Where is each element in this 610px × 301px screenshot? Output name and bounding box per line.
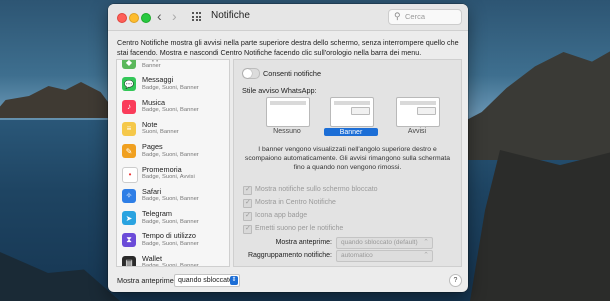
sidebar-item-musica[interactable]: ♪ Musica Badge, Suoni, Banner	[117, 96, 229, 118]
show-all-grid-icon[interactable]	[192, 12, 201, 21]
messages-icon: 💬	[122, 77, 136, 92]
help-button[interactable]: ?	[449, 274, 462, 287]
sidebar-item-subtitle: Badge, Suoni, Banner	[142, 240, 199, 247]
minimize-button[interactable]	[129, 13, 139, 23]
alert-style-label: Stile avviso WhatsApp:	[242, 86, 317, 95]
style-none-option[interactable]	[266, 97, 310, 127]
page-description: Centro Notifiche mostra gli avvisi nella…	[117, 38, 459, 57]
style-alert-option[interactable]	[396, 97, 440, 127]
detail-pane: Consenti notifiche Stile avviso WhatsApp…	[233, 59, 462, 267]
sidebar-item-subtitle: Banner	[142, 62, 161, 69]
sidebar-item-promemoria[interactable]: • Promemoria Badge, Suoni, Avvisi	[117, 163, 229, 185]
wallpaper-island-left	[0, 82, 120, 118]
reminders-icon: •	[122, 166, 138, 183]
alert-style-description: I banner vengono visualizzati nell'angol…	[244, 146, 451, 171]
checkbox-label: Mostra in Centro Notifiche	[255, 198, 336, 206]
checkbox-label: Icona app badge	[255, 211, 308, 219]
checkbox-icon	[243, 224, 252, 234]
sidebar-item-label: Pages	[142, 142, 163, 152]
search-icon: ⚲	[394, 11, 401, 21]
sidebar-item-label: Tempo di utilizzo	[142, 231, 196, 241]
show-previews-select[interactable]: quando sbloccato (default) ⌃	[336, 237, 433, 249]
sidebar-item-note[interactable]: ≡ Note Suoni, Banner	[117, 118, 229, 140]
sidebar-item-wallet[interactable]: ▤ Wallet Badge, Suoni, Banner	[117, 252, 229, 267]
sidebar-item-telegram[interactable]: ➤ Telegram Badge, Suoni, Banner	[117, 207, 229, 229]
style-banner-label: Banner	[324, 128, 378, 136]
checkbox-label: Mostra notifiche sullo schermo bloccato	[255, 185, 378, 193]
sidebar-item-subtitle: Badge, Suoni, Banner	[142, 151, 199, 158]
sidebar-item-label: Messaggi	[142, 75, 174, 85]
sidebar-item-subtitle: Suoni, Banner	[142, 129, 179, 136]
chevron-updown-icon: ⇕	[230, 276, 238, 285]
sidebar-item-subtitle: Badge, Suoni, Banner	[142, 263, 199, 267]
show-previews-value: quando sbloccato (default)	[341, 239, 418, 246]
style-banner-option[interactable]	[330, 97, 374, 127]
sidebar-item-mappe[interactable]: ◆MappeBanner	[117, 60, 229, 73]
zoom-button[interactable]	[141, 13, 151, 23]
music-icon: ♪	[122, 99, 136, 114]
sidebar-item-pages[interactable]: ✎ Pages Badge, Suoni, Banner	[117, 140, 229, 162]
safari-icon: ✧	[122, 188, 136, 203]
sidebar-item-label: Safari	[142, 186, 162, 196]
search-placeholder: Cerca	[405, 12, 426, 21]
maps-icon: ◆	[122, 60, 136, 69]
pages-icon: ✎	[122, 144, 136, 159]
allow-notifications-label: Consenti notifiche	[263, 69, 322, 78]
sidebar-item-subtitle: Badge, Suoni, Avvisi	[142, 174, 195, 180]
checkbox-icon	[243, 198, 252, 208]
sidebar-item-label: Promemoria	[142, 164, 182, 174]
allow-notifications-toggle[interactable]	[242, 68, 260, 79]
sidebar-item-label: Telegram	[142, 209, 173, 219]
style-none-label: Nessuno	[273, 128, 301, 135]
chevron-updown-icon: ⌃	[423, 252, 429, 259]
show-previews-label: Mostra anteprime:	[275, 239, 332, 246]
checkbox-label: Emetti suono per le notifiche	[255, 224, 344, 232]
sidebar-item-label: Musica	[142, 97, 166, 107]
footer-previews-label: Mostra anteprime:	[117, 276, 176, 285]
close-button[interactable]	[117, 13, 127, 23]
chevron-updown-icon: ⌃	[423, 239, 429, 246]
grouping-label: Raggruppamento notifiche:	[247, 252, 332, 259]
window-title: Notifiche	[211, 10, 250, 21]
checkbox-icon	[243, 185, 252, 195]
sidebar-item-messaggi[interactable]: 💬 Messaggi Badge, Suoni, Banner	[117, 73, 229, 95]
sidebar-item-label: Note	[142, 119, 158, 129]
screen-time-icon: ⧗	[122, 233, 136, 248]
forward-chevron-icon[interactable]: ›	[172, 9, 177, 23]
checkbox-icon	[243, 211, 252, 221]
style-alert-label: Avvisi	[407, 128, 427, 135]
sidebar-item-subtitle: Badge, Suoni, Banner	[142, 107, 199, 114]
notes-icon: ≡	[122, 121, 136, 136]
title-bar: ‹ › Notifiche ⚲ Cerca	[108, 4, 468, 31]
sidebar-item-subtitle: Badge, Suoni, Banner	[142, 218, 199, 225]
sidebar-item-tempo-di-utilizzo[interactable]: ⧗ Tempo di utilizzo Badge, Suoni, Banner	[117, 229, 229, 251]
notifications-window: ‹ › Notifiche ⚲ Cerca Centro Notifiche m…	[108, 4, 468, 292]
grouping-value: automatico	[341, 252, 373, 259]
sidebar-item-safari[interactable]: ✧ Safari Badge, Suoni, Banner	[117, 185, 229, 207]
search-field[interactable]: ⚲ Cerca	[388, 9, 462, 25]
grouping-select[interactable]: automatico ⌃	[336, 250, 433, 262]
app-list[interactable]: ◆MappeBanner💬MessaggiBadge, Suoni, Banne…	[116, 59, 230, 267]
back-chevron-icon[interactable]: ‹	[157, 9, 162, 23]
footer-previews-select[interactable]: quando sbloccato ⇕	[174, 274, 240, 287]
wallet-icon: ▤	[122, 255, 136, 266]
sidebar-item-subtitle: Badge, Suoni, Banner	[142, 84, 199, 91]
telegram-icon: ➤	[122, 211, 136, 226]
footer-previews-value: quando sbloccato	[178, 276, 233, 284]
sidebar-item-label: Wallet	[142, 253, 163, 263]
sidebar-item-subtitle: Badge, Suoni, Banner	[142, 196, 199, 203]
